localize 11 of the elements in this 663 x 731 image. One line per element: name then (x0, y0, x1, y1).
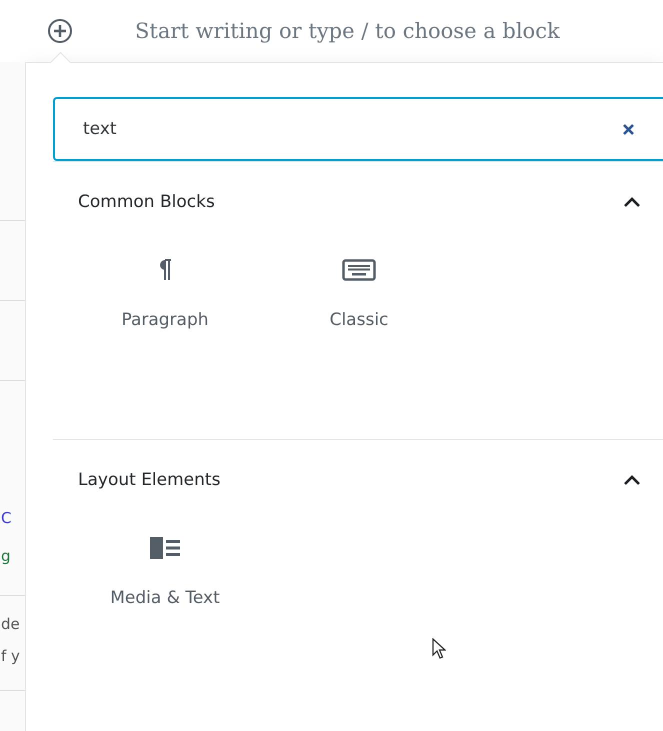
block-placeholder[interactable]: Start writing or type / to choose a block (135, 19, 560, 43)
text-fragment: C (1, 509, 12, 527)
text-fragment: de (1, 615, 20, 633)
text-fragment: f y (1, 647, 20, 665)
section-title[interactable]: Common Blocks (78, 192, 215, 212)
search-field[interactable]: text (53, 97, 663, 161)
text-fragment: g (1, 547, 11, 565)
block-item[interactable]: Classic (262, 242, 456, 330)
block-item[interactable]: Paragraph (68, 242, 262, 330)
section-title[interactable]: Layout Elements (78, 470, 220, 490)
block-item[interactable]: Media & Text (68, 520, 262, 608)
